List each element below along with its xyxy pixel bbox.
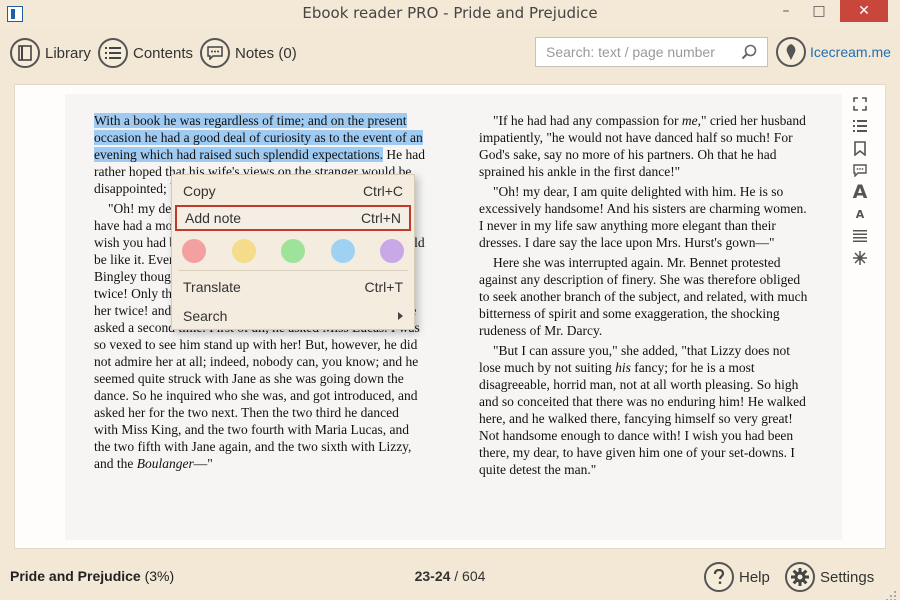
note-bubble-icon [200, 38, 230, 68]
total-pages: / 604 [454, 568, 486, 584]
search-input[interactable] [536, 38, 736, 66]
italic-text: his [615, 360, 631, 375]
highlight-green-swatch[interactable] [281, 239, 305, 263]
side-toolbar: A A [851, 93, 869, 269]
right-page: "If he had had any compassion for me," c… [479, 112, 811, 481]
paragraph-text: fancy; for he is a most disagreeable, ho… [479, 360, 806, 477]
close-button[interactable]: ✕ [840, 0, 888, 22]
contents-label: Contents [133, 44, 194, 62]
icecream-logo-icon [776, 37, 806, 67]
submenu-arrow-icon [398, 312, 403, 320]
menu-item-label: Search [183, 308, 228, 324]
increase-font-icon[interactable]: A [851, 181, 869, 203]
note-icon[interactable] [851, 159, 869, 181]
settings-label: Settings [820, 568, 875, 586]
context-menu: Copy Ctrl+C Add note Ctrl+N Translate Ct… [171, 174, 415, 330]
right-paragraph-3[interactable]: Here she was interrupted again. Mr. Benn… [479, 254, 811, 339]
bookmark-icon[interactable] [851, 137, 869, 159]
menu-item-translate[interactable]: Translate Ctrl+T [175, 274, 411, 300]
gear-icon [785, 562, 815, 592]
menu-item-shortcut: Ctrl+N [360, 210, 401, 226]
library-label: Library [45, 44, 91, 62]
menu-item-label: Add note [185, 210, 242, 226]
minimize-button[interactable]: – [772, 0, 800, 22]
menu-divider [178, 270, 408, 271]
search-field[interactable] [535, 37, 768, 67]
brand-link[interactable]: Icecream.me [776, 37, 891, 67]
menu-item-copy[interactable]: Copy Ctrl+C [175, 178, 411, 204]
right-paragraph-4[interactable]: "But I can assure you," she added, "that… [479, 342, 811, 478]
current-pages: 23-24 [414, 568, 451, 584]
selected-text[interactable]: With a book he was regardless of time; a… [94, 113, 423, 162]
library-button[interactable]: Library [10, 36, 91, 70]
menu-item-shortcut: Ctrl+C [362, 183, 403, 199]
brand-text[interactable]: Icecream.me [810, 44, 891, 60]
highlight-purple-swatch[interactable] [380, 239, 404, 263]
title-bar: Ebook reader PRO - Pride and Prejudice –… [0, 0, 900, 28]
right-paragraph-2[interactable]: "Oh! my dear, I am quite delighted with … [479, 183, 811, 251]
help-label: Help [739, 568, 770, 586]
menu-item-label: Copy [183, 183, 216, 199]
paragraph-text: "If he had had any compassion for [493, 113, 682, 128]
help-question-icon [704, 562, 734, 592]
maximize-button[interactable]: □ [805, 0, 833, 22]
toc-list-icon[interactable] [851, 115, 869, 137]
settings-button[interactable]: Settings [785, 562, 874, 592]
resize-grip-icon[interactable] [886, 586, 896, 600]
highlight-yellow-swatch[interactable] [231, 239, 256, 263]
justify-text-icon[interactable] [851, 225, 869, 247]
help-button[interactable]: Help [704, 562, 770, 592]
window-title: Ebook reader PRO - Pride and Prejudice [302, 4, 598, 22]
highlight-blue-swatch[interactable] [330, 239, 355, 263]
menu-item-add-note[interactable]: Add note Ctrl+N [175, 205, 411, 231]
contents-button[interactable]: Contents [98, 36, 193, 70]
highlight-color-picker [180, 239, 406, 265]
menu-item-search[interactable]: Search [175, 303, 411, 329]
notes-button[interactable]: Notes (0) [200, 36, 297, 70]
search-icon[interactable] [741, 44, 757, 64]
paragraph-text: —" [193, 456, 213, 471]
menu-item-label: Translate [183, 279, 241, 295]
italic-text: me [681, 113, 698, 128]
right-paragraph-1[interactable]: "If he had had any compassion for me," c… [479, 112, 811, 180]
status-bar: Pride and Prejudice (3%) 23-24 / 604 Hel… [0, 556, 900, 600]
decrease-font-icon[interactable]: A [851, 203, 869, 225]
list-icon [98, 38, 128, 68]
brightness-icon[interactable] [851, 247, 869, 269]
reader-frame: With a book he was regardless of time; a… [14, 84, 886, 549]
fullscreen-icon[interactable] [851, 93, 869, 115]
menu-item-shortcut: Ctrl+T [364, 279, 404, 295]
notes-label: Notes (0) [235, 44, 297, 62]
highlight-red-swatch[interactable] [182, 239, 206, 263]
italic-text: Boulanger [136, 456, 194, 471]
library-book-icon [10, 38, 40, 68]
